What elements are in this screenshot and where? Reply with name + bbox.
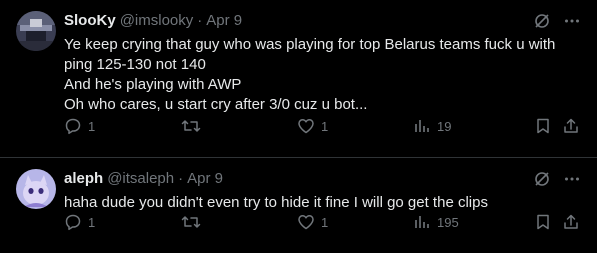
user-handle[interactable]: @imslooky	[120, 12, 194, 29]
display-name[interactable]: aleph	[64, 170, 103, 187]
separator-dot: ·	[197, 11, 203, 29]
tweet-text: haha dude you didn't even try to hide it…	[64, 193, 581, 213]
grok-icon[interactable]	[533, 12, 551, 30]
views-icon	[415, 216, 429, 228]
reply-count: 1	[88, 118, 96, 134]
like-count: 1	[321, 214, 329, 230]
like-button[interactable]: 1	[297, 117, 328, 135]
separator-dot: ·	[178, 169, 184, 187]
bookmark-icon	[537, 214, 549, 230]
grok-icon[interactable]	[533, 170, 551, 188]
retweet-button[interactable]	[181, 117, 207, 135]
reply-button[interactable]: 1	[64, 117, 95, 135]
display-name[interactable]: SlooKy	[64, 12, 116, 29]
avatar-image	[16, 169, 56, 209]
retweet-icon	[181, 216, 201, 228]
reply-button[interactable]: 1	[64, 213, 95, 231]
user-handle[interactable]: @itsaleph	[107, 170, 174, 187]
views-count: 195	[437, 214, 459, 230]
tweet-text-line: Ye keep crying that guy who was playing …	[64, 36, 556, 53]
tweet-text-line: ping 125-130 not 140	[64, 56, 206, 73]
retweet-button[interactable]	[181, 213, 207, 231]
views-icon	[415, 120, 429, 132]
tweet-text-line: haha dude you didn't even try to hide it…	[64, 194, 488, 211]
views-button[interactable]: 195	[413, 213, 459, 231]
reply-icon	[65, 118, 81, 135]
bookmark-icon	[537, 118, 549, 134]
tweet-text: Ye keep crying that guy who was playing …	[64, 35, 581, 115]
more-icon[interactable]	[563, 12, 581, 30]
share-button[interactable]	[562, 213, 580, 231]
tweet-date[interactable]: Apr 9	[187, 170, 223, 187]
share-icon	[564, 214, 578, 229]
tweet-text-line: Oh who cares, u start cry after 3/0 cuz …	[64, 96, 368, 113]
like-count: 1	[321, 118, 329, 134]
like-icon	[298, 215, 314, 230]
more-icon[interactable]	[563, 170, 581, 188]
tweet[interactable]: SlooKy @imslooky · Apr 9 Ye keep crying …	[0, 0, 597, 158]
share-button[interactable]	[562, 117, 580, 135]
avatar-image	[16, 11, 56, 51]
tweet-header: aleph @itsaleph · Apr 9	[64, 168, 581, 188]
retweet-icon	[181, 120, 201, 132]
reply-icon	[65, 214, 81, 231]
share-icon	[564, 118, 578, 133]
avatar[interactable]	[16, 169, 56, 209]
tweet-text-line: And he's playing with AWP	[64, 76, 242, 93]
bookmark-button[interactable]	[534, 213, 552, 231]
like-icon	[298, 119, 314, 134]
views-count: 19	[437, 118, 452, 134]
views-button[interactable]: 19	[413, 117, 451, 135]
like-button[interactable]: 1	[297, 213, 328, 231]
avatar[interactable]	[16, 11, 56, 51]
reply-count: 1	[88, 214, 96, 230]
tweet-date[interactable]: Apr 9	[206, 12, 242, 29]
bookmark-button[interactable]	[534, 117, 552, 135]
tweet-header: SlooKy @imslooky · Apr 9	[64, 10, 581, 30]
tweet[interactable]: aleph @itsaleph · Apr 9 haha dude you di…	[0, 158, 597, 253]
